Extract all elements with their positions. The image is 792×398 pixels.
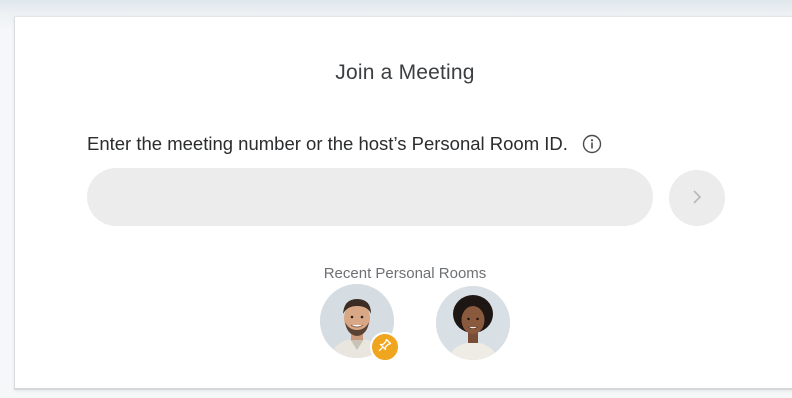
- dialog-title: Join a Meeting: [335, 61, 475, 84]
- app-window: Join a Meeting Enter the meeting number …: [0, 0, 792, 398]
- chevron-right-icon: [690, 188, 704, 209]
- recent-room-avatar-2[interactable]: [436, 286, 510, 360]
- join-meeting-dialog: Join a Meeting Enter the meeting number …: [14, 16, 792, 390]
- join-go-button[interactable]: [669, 170, 725, 226]
- pin-badge: [370, 332, 400, 362]
- prompt-row: Enter the meeting number or the host’s P…: [87, 133, 602, 155]
- pin-icon: [377, 337, 393, 358]
- meeting-number-input[interactable]: [87, 168, 653, 226]
- woman-avatar: [436, 286, 510, 360]
- recent-rooms-label: Recent Personal Rooms: [323, 265, 487, 282]
- prompt-text: Enter the meeting number or the host’s P…: [87, 133, 568, 154]
- info-icon[interactable]: [582, 134, 602, 154]
- recent-room-avatar-1[interactable]: [320, 284, 400, 362]
